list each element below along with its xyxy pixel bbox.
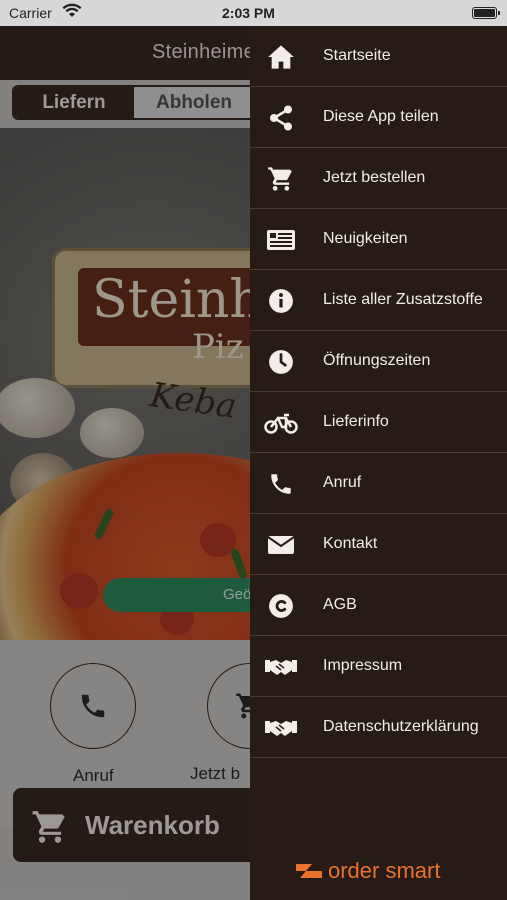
menu-item-label: Jetzt bestellen bbox=[323, 169, 426, 186]
menu-item-label: Kontakt bbox=[323, 535, 378, 552]
motorbike-icon bbox=[264, 392, 298, 453]
menu-item-imprint[interactable]: Impressum bbox=[250, 636, 507, 697]
handshake-icon bbox=[264, 636, 298, 697]
menu-item-label: Öffnungszeiten bbox=[323, 352, 431, 369]
menu-item-additives[interactable]: Liste aller Zusatzstoffe bbox=[250, 270, 507, 331]
menu-item-label: Anruf bbox=[323, 474, 362, 491]
menu-item-label: Startseite bbox=[323, 47, 391, 64]
clock-time: 2:03 PM bbox=[222, 5, 275, 21]
handshake-icon bbox=[264, 697, 298, 758]
menu-item-delivery-info[interactable]: Lieferinfo bbox=[250, 392, 507, 453]
status-bar: Carrier 2:03 PM bbox=[0, 0, 507, 26]
menu-item-label: AGB bbox=[323, 596, 357, 613]
battery-icon bbox=[472, 7, 500, 19]
menu-item-label: Neuigkeiten bbox=[323, 230, 408, 247]
clock-icon bbox=[264, 331, 298, 392]
menu-item-agb[interactable]: AGB bbox=[250, 575, 507, 636]
menu-item-news[interactable]: Neuigkeiten bbox=[250, 209, 507, 270]
news-icon bbox=[264, 209, 298, 270]
share-icon bbox=[264, 87, 298, 148]
menu-item-label: Liste aller Zusatzstoffe bbox=[323, 291, 483, 308]
wifi-icon bbox=[62, 3, 82, 22]
menu-item-label: Diese App teilen bbox=[323, 108, 439, 125]
menu-item-opening-hours[interactable]: Öffnungszeiten bbox=[250, 331, 507, 392]
menu-item-startseite[interactable]: Startseite bbox=[250, 26, 507, 87]
order-smart-logo-icon bbox=[296, 864, 322, 878]
brand-logo: order smart bbox=[294, 858, 440, 884]
menu-item-share[interactable]: Diese App teilen bbox=[250, 87, 507, 148]
envelope-icon bbox=[264, 514, 298, 575]
menu-item-call[interactable]: Anruf bbox=[250, 453, 507, 514]
menu-item-label: Impressum bbox=[323, 657, 403, 674]
brand-name: order smart bbox=[328, 858, 441, 883]
home-icon bbox=[264, 26, 298, 87]
menu-item-label: Datenschutzerklärung bbox=[323, 718, 479, 735]
cart-icon bbox=[264, 148, 298, 209]
menu-item-order[interactable]: Jetzt bestellen bbox=[250, 148, 507, 209]
menu-item-label: Lieferinfo bbox=[323, 413, 389, 430]
carrier-label: Carrier bbox=[9, 5, 52, 21]
side-drawer: Startseite Diese App teilen Jetzt bestel… bbox=[250, 26, 507, 900]
menu-item-privacy[interactable]: Datenschutzerklärung bbox=[250, 697, 507, 758]
phone-icon bbox=[264, 453, 298, 514]
copyright-icon bbox=[264, 575, 298, 636]
info-icon bbox=[264, 270, 298, 331]
menu-item-contact[interactable]: Kontakt bbox=[250, 514, 507, 575]
